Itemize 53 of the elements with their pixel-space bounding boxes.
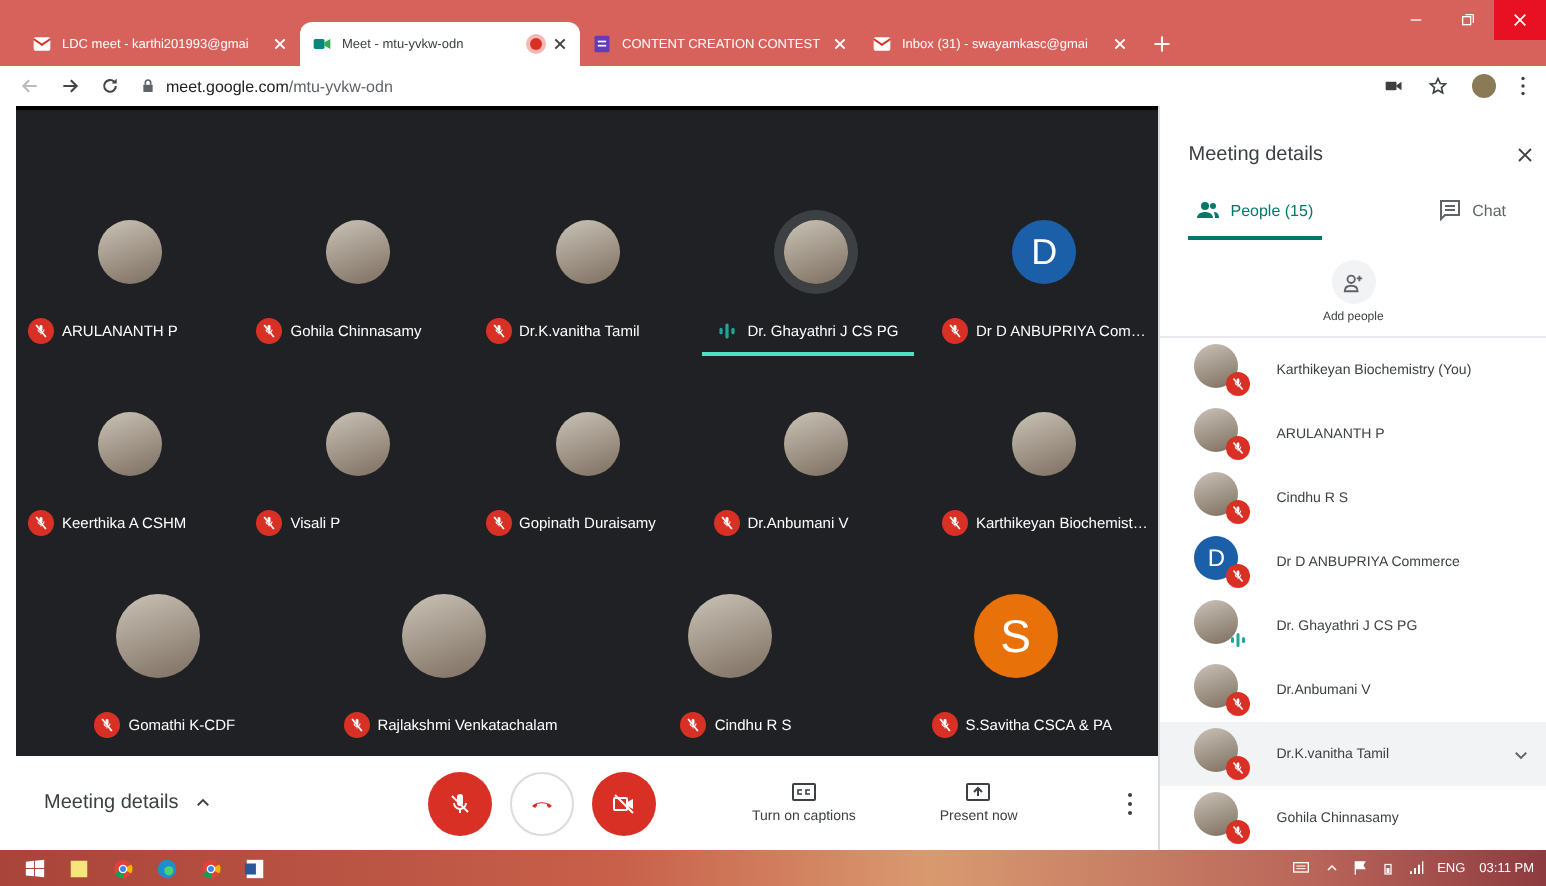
video-camera-icon (312, 34, 332, 54)
panel-title: Meeting details (1188, 143, 1324, 165)
url-text: meet.google.com/mtu-yvkw-odn (166, 77, 393, 95)
reload-icon[interactable] (100, 76, 120, 96)
mail-icon (32, 34, 52, 54)
caret-up-icon (194, 794, 213, 812)
profile-photo-placeholder (1194, 600, 1239, 644)
profile-photo-placeholder (1194, 728, 1239, 772)
close-icon[interactable] (552, 36, 568, 52)
profile-photo-placeholder (1194, 664, 1239, 708)
meeting-details-button[interactable]: Meeting details (44, 792, 428, 814)
letter-avatar: D (1012, 220, 1077, 284)
profile-photo-placeholder (1194, 408, 1239, 452)
restore-icon[interactable] (1460, 12, 1476, 28)
video-camera-icon[interactable] (1384, 76, 1404, 96)
camera-button[interactable] (592, 771, 656, 835)
document-icon (243, 857, 265, 879)
closed-captions-icon (791, 782, 816, 802)
profile-photo-placeholder (1194, 792, 1239, 836)
camera-off-icon (612, 791, 636, 815)
close-icon[interactable] (1516, 145, 1534, 163)
new-tab-icon[interactable] (1152, 34, 1172, 54)
form-icon (592, 34, 612, 54)
profile-photo-placeholder (1194, 344, 1239, 388)
letter-avatar: S (973, 594, 1058, 678)
forward-arrow-icon[interactable] (60, 76, 80, 96)
star-icon[interactable] (1428, 76, 1448, 96)
battery-icon[interactable] (1381, 859, 1394, 877)
mail-icon (872, 34, 892, 54)
profile-photo-placeholder[interactable] (1472, 74, 1496, 98)
lock-icon (140, 78, 156, 94)
add-person-icon (1342, 271, 1365, 293)
chrome-icon (199, 857, 221, 879)
people-icon (1196, 198, 1221, 222)
windows-logo-icon (23, 857, 45, 879)
keyboard-icon (1289, 860, 1312, 876)
mic-off-icon (448, 791, 472, 815)
more-vertical-icon[interactable] (1520, 76, 1526, 96)
more-vertical-icon[interactable] (1126, 791, 1135, 815)
present-screen-icon (966, 782, 991, 802)
caret-up-icon[interactable] (1325, 862, 1338, 874)
sticky-notes-icon (67, 857, 89, 879)
panel-tab[interactable]: People (15) (1188, 184, 1322, 240)
panel-tab[interactable]: Chat (1430, 184, 1514, 240)
chat-icon (1438, 198, 1463, 222)
edge-icon (155, 857, 177, 879)
chrome-icon (111, 857, 133, 879)
microphone-button[interactable] (428, 771, 492, 835)
signal-icon[interactable] (1407, 860, 1424, 876)
profile-photo-placeholder (1194, 472, 1239, 516)
letter-avatar: D (1194, 536, 1239, 580)
flag-icon[interactable] (1351, 860, 1368, 876)
address-field[interactable]: meet.google.com/mtu-yvkw-odn (140, 77, 1364, 95)
